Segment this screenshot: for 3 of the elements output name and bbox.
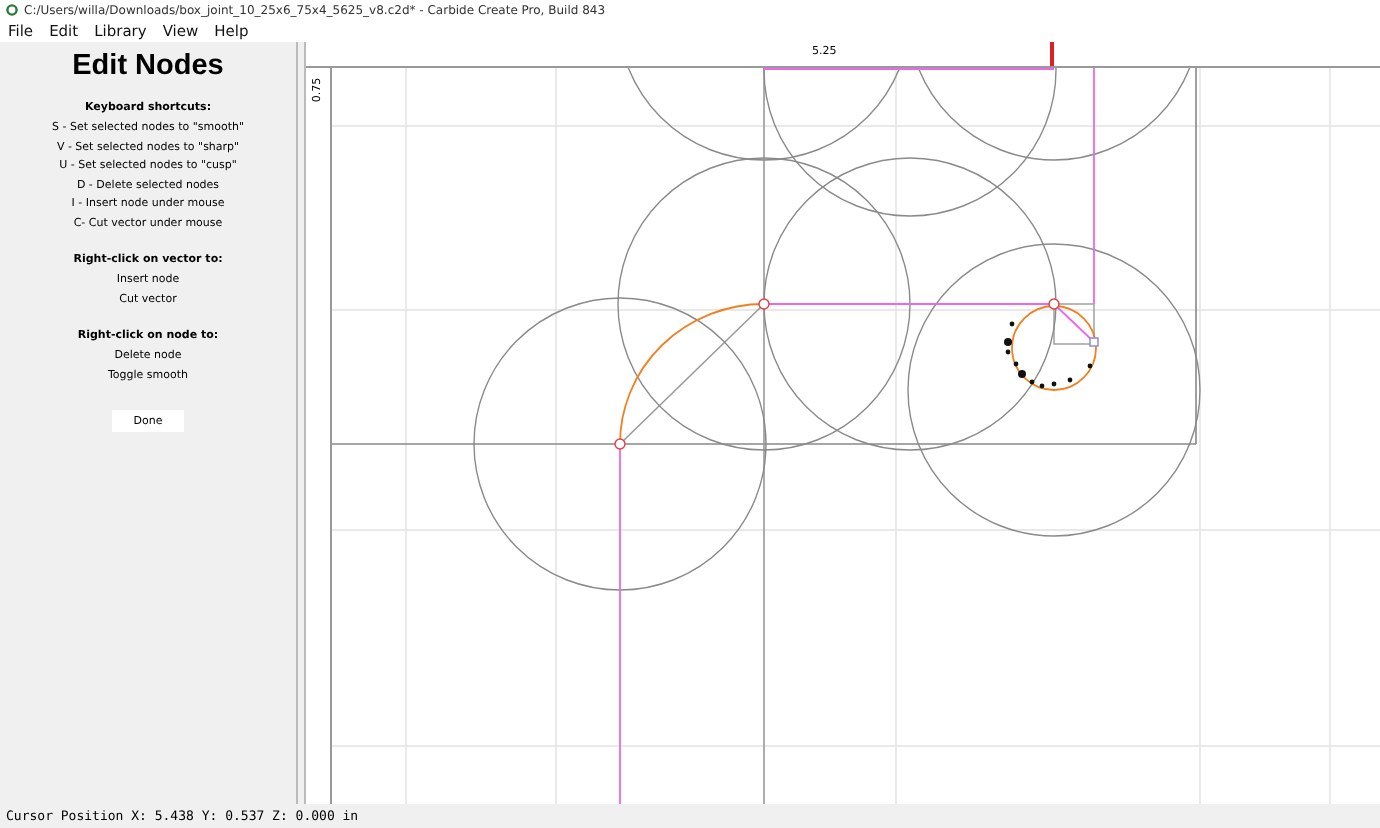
cursor-marker — [1050, 42, 1053, 66]
app-icon — [6, 4, 18, 16]
panel-title: Edit Nodes — [72, 50, 224, 82]
